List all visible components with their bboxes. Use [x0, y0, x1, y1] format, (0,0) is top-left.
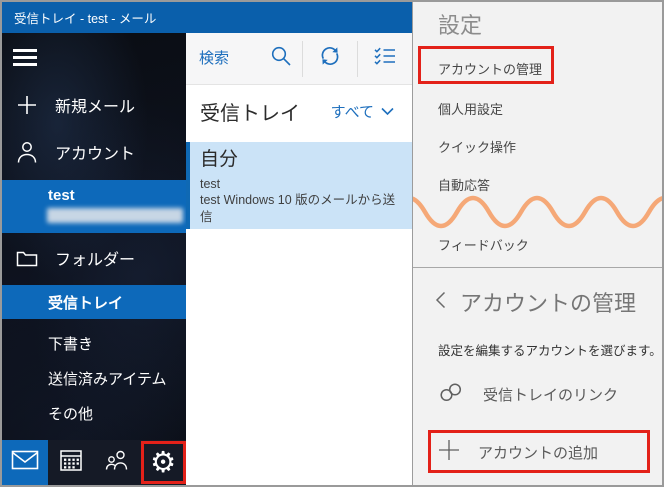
settings-title: 設定 [438, 8, 482, 40]
plus-icon [14, 95, 40, 115]
mail-icon [11, 450, 39, 475]
list-header: 受信トレイ すべて [186, 85, 412, 137]
people-icon [104, 449, 130, 476]
checklist-icon [373, 46, 397, 71]
selection-indicator [186, 142, 190, 229]
plus-icon [438, 439, 460, 465]
message-row[interactable]: 自分 test test Windows 10 版のメールから送信 [186, 142, 412, 229]
calendar-nav-button[interactable] [48, 440, 94, 485]
hamburger-icon [13, 49, 37, 52]
settings-nav-button[interactable]: ⚙ [140, 440, 186, 485]
search-input[interactable] [199, 50, 269, 67]
settings-item-personalization[interactable]: 個人用設定 [438, 99, 503, 118]
people-nav-button[interactable] [94, 440, 140, 485]
window-title: 受信トレイ - test - メール [14, 8, 156, 27]
new-mail-label: 新規メール [55, 93, 135, 117]
search-icon [269, 44, 293, 73]
chevron-down-icon [381, 103, 394, 120]
settings-panel: 設定 アカウントの管理 個人用設定 クイック操作 自動応答 フィードバック アカ… [412, 2, 662, 485]
folders-label: フォルダー [55, 246, 135, 270]
message-list-toolbar [186, 33, 412, 85]
accounts-section-button[interactable]: アカウント [2, 137, 186, 167]
folder-icon [14, 249, 40, 267]
hamburger-menu-button[interactable] [13, 47, 39, 69]
new-mail-button[interactable]: 新規メール [2, 90, 186, 120]
title-bar: 受信トレイ - test - メール [2, 2, 412, 33]
redacted-email-address [47, 208, 183, 223]
bottom-nav-bar: ⚙ [2, 440, 186, 485]
mail-app-window: 受信トレイ - test - メール 新規メール アカウント test [0, 0, 664, 487]
settings-gear-icon: ⚙ [150, 448, 176, 477]
sidebar-item-inbox[interactable]: 受信トレイ [2, 285, 186, 319]
message-preview: test Windows 10 版のメールから送信 [200, 192, 404, 225]
back-chevron-icon[interactable] [435, 291, 446, 314]
link-inboxes-label: 受信トレイのリンク [483, 384, 618, 405]
filter-label: すべて [331, 101, 374, 122]
add-account-label: アカウントの追加 [478, 442, 598, 463]
link-icon [438, 382, 465, 407]
sync-icon [318, 44, 342, 73]
filter-dropdown[interactable]: すべて [331, 101, 394, 122]
search-field[interactable] [186, 44, 302, 73]
sidebar-item-more[interactable]: その他 [2, 396, 186, 430]
selection-mode-button[interactable] [358, 33, 412, 85]
message-sender: 自分 [200, 147, 404, 173]
manage-accounts-description: 設定を編集するアカウントを選びます。 [438, 340, 662, 359]
message-subject: test [200, 176, 404, 193]
folders-section-button[interactable]: フォルダー [2, 243, 186, 273]
message-list-pane: 受信トレイ すべて 自分 test test Windows 10 版のメールか… [186, 33, 412, 485]
accounts-label: アカウント [55, 140, 135, 164]
calendar-icon [59, 448, 83, 477]
settings-item-manage-accounts[interactable]: アカウントの管理 [438, 59, 542, 78]
mail-nav-button[interactable] [2, 440, 48, 485]
list-title: 受信トレイ [200, 97, 300, 126]
sidebar-item-sent[interactable]: 送信済みアイテム [2, 361, 186, 395]
sidebar-item-drafts[interactable]: 下書き [2, 326, 186, 360]
panel-divider [413, 267, 663, 268]
manage-accounts-title: アカウントの管理 [460, 286, 636, 318]
settings-item-feedback[interactable]: フィードバック [438, 235, 529, 254]
link-inboxes-button[interactable]: 受信トレイのリンク [438, 374, 650, 414]
account-item-test[interactable]: test [2, 180, 186, 233]
add-account-button[interactable]: アカウントの追加 [438, 432, 650, 472]
person-icon [14, 140, 40, 164]
nav-sidebar: 新規メール アカウント test フォルダー 受信トレイ [2, 33, 186, 485]
settings-item-quick-actions[interactable]: クイック操作 [438, 137, 516, 156]
truncation-squiggle-icon [413, 190, 663, 234]
account-name: test [48, 187, 186, 204]
sync-button[interactable] [303, 33, 357, 85]
